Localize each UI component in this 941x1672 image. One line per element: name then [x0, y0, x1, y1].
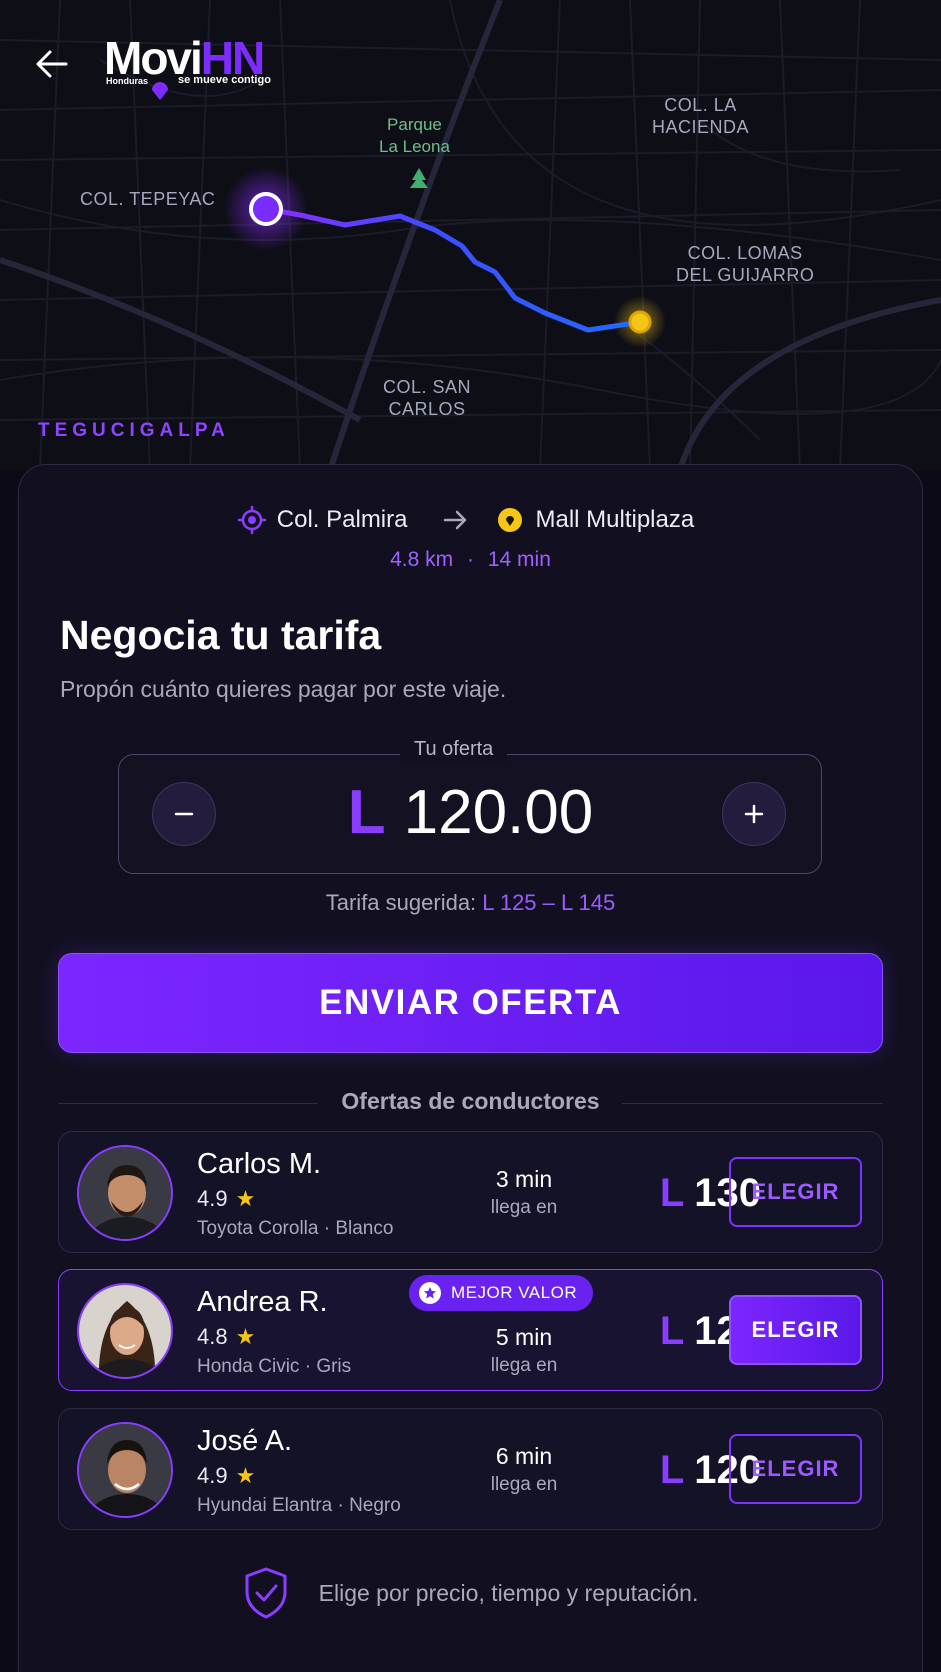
city-label: TEGUCIGALPA: [38, 420, 230, 441]
avatar: [77, 1422, 173, 1518]
map-label-hacienda: COL. LA HACIENDA: [652, 94, 749, 138]
lomas-line-2: DEL GUIJARRO: [676, 265, 815, 285]
driver-name: Carlos M.: [197, 1148, 322, 1180]
choose-driver-button[interactable]: ELEGIR: [729, 1157, 862, 1227]
trip-distance: 4.8 km: [390, 548, 454, 571]
driver-offer-card[interactable]: Carlos M. 4.9 ★ Toyota Corolla · Blanco 3…: [58, 1131, 883, 1253]
footer-text: Elige por precio, tiempo y reputación.: [318, 1579, 699, 1606]
driver-name: Andrea R.: [197, 1286, 328, 1318]
offer-currency: L: [347, 778, 386, 847]
offer-amount[interactable]: L 120.00: [0, 776, 941, 850]
send-offer-button[interactable]: ENVIAR OFERTA: [58, 953, 883, 1053]
eta-label: llega en: [490, 1355, 558, 1376]
logo-country: Honduras: [106, 76, 149, 86]
page-title: Negocia tu tarifa: [60, 612, 382, 658]
page-subtitle: Propón cuánto quieres pagar por este via…: [60, 676, 507, 702]
eta-label: llega en: [490, 1197, 558, 1218]
eta-value: 6 min: [495, 1443, 553, 1469]
driver-rating: 4.9 ★: [197, 1186, 255, 1212]
route-map[interactable]: COL. TEPEYAC Parque La Leona COL. LA HAC…: [0, 0, 941, 470]
driver-rating: 4.8 ★: [197, 1324, 255, 1350]
badge-label: MEJOR VALOR: [451, 1283, 578, 1302]
driver-offer-card[interactable]: José A. 4.9 ★ Hyundai Elantra · Negro 6 m…: [58, 1408, 883, 1530]
park-line-2: La Leona: [379, 137, 450, 156]
eta-value: 5 min: [495, 1324, 553, 1350]
destination-pin-icon: [495, 505, 525, 535]
rating-value: 4.8: [197, 1324, 228, 1349]
offer-value: 120.00: [403, 778, 594, 847]
eta-label: llega en: [490, 1474, 558, 1495]
price-currency: L: [659, 1448, 685, 1492]
trip-route: Col. Palmira Mall Multiplaza: [0, 503, 941, 537]
price-currency: L: [659, 1171, 685, 1215]
footer-note: Elige por precio, tiempo y reputación.: [0, 1566, 941, 1620]
map-label-lomas: COL. LOMAS DEL GUIJARRO: [676, 242, 814, 286]
increment-offer-button[interactable]: [722, 782, 786, 846]
origin-marker: [249, 192, 283, 226]
arrow-right-icon: [441, 505, 471, 535]
plus-icon: [744, 804, 764, 824]
star-badge-icon: [419, 1282, 441, 1304]
arrow-left-icon: [36, 50, 68, 78]
best-value-badge: MEJOR VALOR: [409, 1275, 594, 1311]
hacienda-line-1: COL. LA: [664, 95, 737, 115]
rating-value: 4.9: [197, 1186, 228, 1211]
section-title-offers: Ofertas de conductores: [341, 1088, 600, 1114]
price-currency: L: [659, 1309, 685, 1353]
trip-destination: Mall Multiplaza: [535, 506, 695, 533]
offer-label: Tu oferta: [400, 736, 508, 762]
choose-driver-button[interactable]: ELEGIR: [729, 1295, 862, 1365]
driver-offer-card[interactable]: MEJOR VALOR Andrea R. 4.8 ★ Honda Civic ·…: [58, 1269, 883, 1391]
location-pin-icon: [152, 82, 168, 100]
logo-tagline: se mueve contigo: [178, 74, 271, 86]
driver-eta: 5 min llega en: [449, 1324, 599, 1377]
trip-duration: 14 min: [487, 548, 551, 571]
driver-car: Honda Civic · Gris: [197, 1356, 352, 1377]
app-screen: COL. TEPEYAC Parque La Leona COL. LA HAC…: [0, 0, 941, 1672]
lomas-line-1: COL. LOMAS: [687, 243, 803, 263]
star-icon: ★: [235, 1463, 256, 1488]
destination-marker: [628, 310, 652, 334]
star-icon: ★: [235, 1324, 256, 1349]
driver-rating: 4.9 ★: [197, 1463, 255, 1489]
shield-check-icon: [245, 1567, 287, 1619]
map-label-park: Parque La Leona: [379, 114, 450, 158]
trip-separator: ·: [467, 548, 474, 571]
app-logo: MoviHN Honduras se mueve contigo: [104, 32, 279, 100]
sancarlos-line-2: CARLOS: [388, 399, 466, 419]
avatar: [77, 1145, 173, 1241]
driver-eta: 6 min llega en: [449, 1443, 599, 1496]
tree-icon: [410, 168, 428, 188]
driver-car: Toyota Corolla · Blanco: [197, 1218, 394, 1239]
avatar: [77, 1283, 173, 1379]
park-line-1: Parque: [387, 115, 442, 134]
eta-value: 3 min: [495, 1166, 553, 1192]
trip-origin: Col. Palmira: [276, 506, 408, 533]
origin-target-icon: [237, 505, 267, 535]
back-button[interactable]: [30, 44, 74, 84]
suggested-range: L 125 – L 145: [482, 890, 616, 915]
rating-value: 4.9: [197, 1463, 228, 1488]
driver-eta: 3 min llega en: [449, 1166, 599, 1219]
trip-meta: 4.8 km · 14 min: [0, 548, 941, 572]
sancarlos-line-1: COL. SAN: [383, 377, 472, 397]
suggested-label: Tarifa sugerida:: [325, 890, 477, 915]
map-label-sancarlos: COL. SAN CARLOS: [383, 376, 471, 420]
driver-car: Hyundai Elantra · Negro: [197, 1495, 401, 1516]
choose-driver-button[interactable]: ELEGIR: [729, 1434, 862, 1504]
driver-name: José A.: [197, 1425, 293, 1457]
hacienda-line-2: HACIENDA: [652, 117, 750, 137]
suggested-fare: Tarifa sugerida: L 125 – L 145: [0, 890, 941, 916]
star-icon: ★: [235, 1186, 256, 1211]
map-label-tepeyac: COL. TEPEYAC: [80, 189, 216, 209]
